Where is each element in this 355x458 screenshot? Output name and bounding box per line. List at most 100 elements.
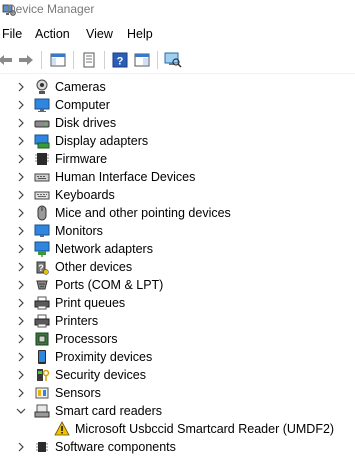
- show-hide-console-tree-icon[interactable]: [49, 51, 67, 69]
- tree-item-network-adapters[interactable]: Network adapters: [0, 240, 355, 258]
- tree-item-mice[interactable]: Mice and other pointing devices: [0, 204, 355, 222]
- processor-icon: [34, 331, 50, 347]
- hid-keyboard-icon: [34, 169, 50, 185]
- tree-item-label: Print queues: [55, 296, 126, 310]
- svg-text:?: ?: [117, 56, 124, 68]
- chevron-right-icon[interactable]: [16, 99, 26, 111]
- tree-item-printers[interactable]: Printers: [0, 312, 355, 330]
- computer-icon: [34, 97, 50, 113]
- keyboard-icon: [34, 187, 50, 203]
- menu-file[interactable]: File: [2, 27, 22, 41]
- forward-arrow-icon[interactable]: [17, 51, 35, 69]
- chevron-right-icon[interactable]: [16, 243, 26, 255]
- firmware-chip-icon: [34, 151, 50, 167]
- menu-view[interactable]: View: [86, 27, 113, 41]
- tree-item-proximity-devices[interactable]: Proximity devices: [0, 348, 355, 366]
- software-component-icon: [34, 439, 50, 455]
- security-device-icon: [34, 367, 50, 383]
- tree-item-label: Firmware: [55, 152, 108, 166]
- menu-help[interactable]: Help: [127, 27, 153, 41]
- tree-item-label: Microsoft Usbccid Smartcard Reader (UMDF…: [75, 422, 335, 436]
- warning-icon: [54, 421, 70, 437]
- window-title: Device Manager: [7, 2, 95, 16]
- chevron-right-icon[interactable]: [16, 261, 26, 273]
- chevron-right-icon[interactable]: [16, 189, 26, 201]
- monitor-icon: [34, 223, 50, 239]
- tree-item-usbccid-smartcard-reader[interactable]: Microsoft Usbccid Smartcard Reader (UMDF…: [0, 420, 355, 438]
- chevron-right-icon[interactable]: [16, 81, 26, 93]
- tree-item-label: Printers: [55, 314, 99, 328]
- proximity-device-icon: [34, 349, 50, 365]
- tree-item-print-queues[interactable]: Print queues: [0, 294, 355, 312]
- unknown-device-icon: ?: [34, 259, 50, 275]
- toolbar-separator: [41, 51, 42, 69]
- tree-item-cameras[interactable]: Cameras: [0, 78, 355, 96]
- toolbar-separator: [73, 51, 74, 69]
- mouse-icon: [34, 205, 50, 221]
- chevron-right-icon[interactable]: [16, 297, 26, 309]
- tree-item-other-devices[interactable]: ? Other devices: [0, 258, 355, 276]
- tree-item-computer[interactable]: Computer: [0, 96, 355, 114]
- menu-bar: File Action View Help: [0, 24, 355, 45]
- svg-text:?: ?: [38, 263, 44, 273]
- tree-item-label: Monitors: [55, 224, 103, 238]
- tree-item-label: Sensors: [55, 386, 101, 400]
- tree-item-label: Keyboards: [55, 188, 115, 202]
- properties-icon[interactable]: [80, 51, 98, 69]
- menu-action[interactable]: Action: [35, 27, 70, 41]
- tree-item-label: Computer: [55, 98, 110, 112]
- tree-item-label: Mice and other pointing devices: [55, 206, 231, 220]
- print-queue-icon: [34, 295, 50, 311]
- chevron-right-icon[interactable]: [16, 315, 26, 327]
- chevron-right-icon[interactable]: [16, 135, 26, 147]
- toolbar-separator: [104, 51, 105, 69]
- tree-item-sensors[interactable]: Sensors: [0, 384, 355, 402]
- back-arrow-icon[interactable]: [0, 51, 14, 69]
- sensor-icon: [34, 385, 50, 401]
- chevron-right-icon[interactable]: [16, 351, 26, 363]
- action-pane-icon[interactable]: [133, 51, 151, 69]
- tree-item-disk-drives[interactable]: Disk drives: [0, 114, 355, 132]
- tree-item-label: Network adapters: [55, 242, 153, 256]
- tree-item-security-devices[interactable]: Security devices: [0, 366, 355, 384]
- tree-item-label: Security devices: [55, 368, 147, 382]
- chevron-right-icon[interactable]: [16, 369, 26, 381]
- chevron-right-icon[interactable]: [16, 441, 26, 453]
- tree-item-label: Ports (COM & LPT): [55, 278, 164, 292]
- tree-item-firmware[interactable]: Firmware: [0, 150, 355, 168]
- scan-hardware-icon[interactable]: [164, 51, 182, 69]
- port-icon: [34, 277, 50, 293]
- tree-item-label: Software components: [55, 440, 176, 454]
- chevron-right-icon[interactable]: [16, 279, 26, 291]
- chevron-down-icon[interactable]: [16, 405, 26, 417]
- tree-item-label: Display adapters: [55, 134, 149, 148]
- chevron-right-icon[interactable]: [16, 333, 26, 345]
- tree-item-label: Human Interface Devices: [55, 170, 196, 184]
- camera-icon: [34, 79, 50, 95]
- display-adapter-icon: [34, 133, 50, 149]
- tree-item-display-adapters[interactable]: Display adapters: [0, 132, 355, 150]
- toolbar: ?: [0, 46, 355, 74]
- title-bar: Device Manager: [0, 0, 355, 22]
- chevron-right-icon[interactable]: [16, 387, 26, 399]
- toolbar-separator: [157, 51, 158, 69]
- tree-item-software-components[interactable]: Software components: [0, 438, 355, 456]
- tree-item-monitors[interactable]: Monitors: [0, 222, 355, 240]
- tree-item-label: Other devices: [55, 260, 133, 274]
- chevron-right-icon[interactable]: [16, 153, 26, 165]
- chevron-right-icon[interactable]: [16, 171, 26, 183]
- chevron-right-icon[interactable]: [16, 117, 26, 129]
- tree-item-label: Smart card readers: [55, 404, 162, 418]
- tree-item-label: Cameras: [55, 80, 106, 94]
- help-icon[interactable]: ?: [111, 51, 129, 69]
- chevron-right-icon[interactable]: [16, 207, 26, 219]
- chevron-right-icon[interactable]: [16, 225, 26, 237]
- tree-item-keyboards[interactable]: Keyboards: [0, 186, 355, 204]
- tree-item-processors[interactable]: Processors: [0, 330, 355, 348]
- tree-item-label: Processors: [55, 332, 118, 346]
- tree-item-ports[interactable]: Ports (COM & LPT): [0, 276, 355, 294]
- printer-icon: [34, 313, 50, 329]
- tree-item-smart-card-readers[interactable]: Smart card readers: [0, 402, 355, 420]
- smart-card-reader-icon: [34, 403, 50, 419]
- tree-item-human-interface-devices[interactable]: Human Interface Devices: [0, 168, 355, 186]
